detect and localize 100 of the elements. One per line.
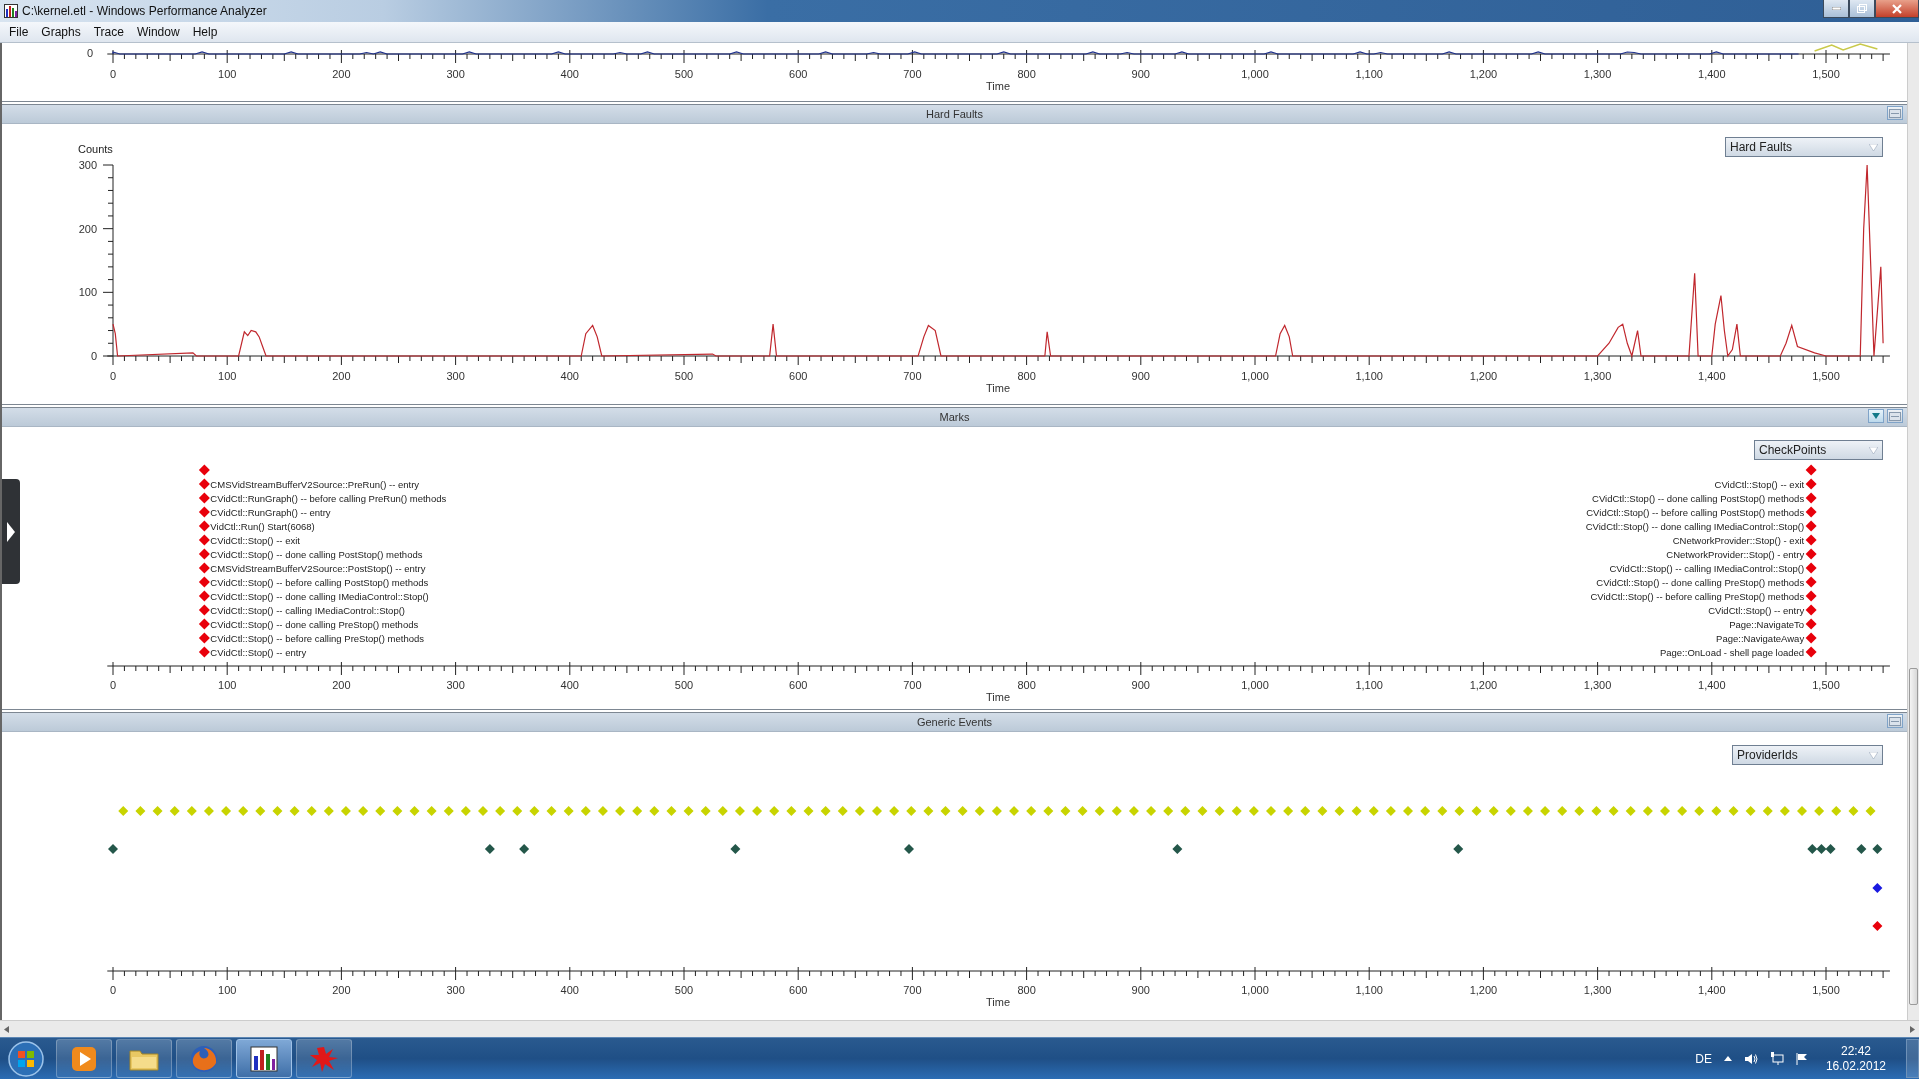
mark-diamond [1805,464,1817,476]
graph-dropdown[interactable]: Hard Faults [1725,137,1883,157]
axis-tick-label: 700 [903,370,922,382]
mark-diamond [198,506,210,518]
axis-tick-label: 1,300 [1583,984,1612,996]
axis-tick-label: 1,500 [1812,370,1840,382]
axis-title: Time [986,382,1011,394]
axis-tick-label: 500 [674,68,694,80]
dropdown-arrow-icon [1869,143,1878,151]
axis-tick-label: 600 [789,68,808,80]
mark-diamond [1805,604,1817,616]
close-button[interactable] [1875,0,1919,18]
collapse-button[interactable] [1887,714,1903,728]
graph-dropdown[interactable]: ProviderIds [1732,745,1883,765]
mark-label: CVidCtl::Stop() -- exit [210,535,300,546]
taskbar-app-button[interactable] [236,1039,292,1078]
mark-label: CVidCtl::Stop() -- done calling IMediaControl::Stop() [1585,521,1805,532]
graph-dropdown[interactable]: CheckPoints [1754,440,1883,460]
minimize-panel-icon [1889,411,1901,421]
axis-tick-label: 1,300 [1583,68,1612,80]
axis-tick-label: 1,100 [1355,679,1383,691]
axis-tick-label: 400 [560,984,579,996]
bar-chart-icon [250,1045,278,1072]
mark-label: CVidCtl::Stop() -- calling IMediaControl::Stop() [1609,563,1805,574]
axis-tick-label: 600 [789,370,808,382]
menu-item[interactable]: Trace [86,25,130,39]
flag-icon[interactable] [1795,1052,1808,1065]
dropdown-arrow-icon [1869,446,1878,454]
axis-tick-label: 100 [218,984,237,996]
mark-diamond [1805,520,1817,532]
mark-label: CVidCtl::Stop() -- before calling PostStop() methods [1586,507,1805,518]
axis-tick-label: 1,400 [1698,984,1726,996]
axis-tick-label: 200 [332,679,351,691]
axis-tick-label: 0 [109,984,117,996]
axis-tick-label: 0 [109,68,117,80]
clock-time: 22:42 [1840,1043,1871,1059]
scroll-right-icon [1910,1025,1915,1033]
menu-item[interactable]: File [2,25,35,39]
mark-label: CVidCtl::Stop() -- before calling PostStop() methods [210,577,429,588]
mark-label: CMSVidStreamBufferV2Source::PreRun() -- entry [210,479,420,490]
minimize-panel-icon [1889,716,1901,726]
axis-tick-label: 700 [903,984,922,996]
menu-item[interactable]: Graphs [34,25,87,39]
mark-label: CVidCtl::Stop() -- calling IMediaControl::Stop() [210,605,405,616]
axis-tick-label: 1,500 [1812,679,1840,691]
speaker-icon[interactable] [1743,1052,1758,1065]
axis-tick-label: 1,300 [1583,370,1612,382]
minimize-button[interactable] [1823,0,1849,18]
mark-diamond [1805,618,1817,630]
menu-item[interactable]: Help [185,25,224,39]
axis-tick-label: 100 [218,679,237,691]
side-panel-toggle[interactable] [2,479,20,584]
horizontal-scrollbar[interactable] [0,1020,1919,1037]
axis-tick-label: 300 [446,68,465,80]
language-indicator[interactable]: DE [1695,1051,1712,1066]
mark-diamond [1805,534,1817,546]
menu-item[interactable]: Window [129,25,186,39]
mark-diamond [198,562,210,574]
mark-label: CVidCtl::Stop() -- entry [210,647,307,658]
axis-tick-label: 200 [78,222,97,235]
axis-tick-label: 1,400 [1698,68,1726,80]
axis-tick-label: 200 [332,68,351,80]
collapse-button[interactable] [1887,409,1903,423]
mark-diamond [198,590,210,602]
mark-label: CVidCtl::Stop() -- before calling PreStop() methods [1590,591,1805,602]
mark-diamond [1805,646,1817,658]
mark-diamond [198,492,210,504]
mark-label: CVidCtl::Stop() -- done calling PostStop() methods [210,549,423,560]
axis-tick-label: 200 [332,370,351,382]
mark-diamond [198,618,210,630]
axis-tick-label: 0 [86,47,93,59]
axis-tick-label: 0 [109,370,117,382]
axis-tick-label: 0 [109,679,117,691]
axis-tick-label: 300 [78,159,97,171]
mark-label: CVidCtl::Stop() -- entry [1708,605,1805,616]
mark-label: Page::NavigateAway [1716,633,1805,644]
mark-diamond [198,464,210,476]
axis-tick-label: 600 [789,679,808,691]
caret-up-icon[interactable] [1723,1056,1732,1061]
mark-label: VidCtl::Run() Start(6068) [210,521,315,532]
window-title: C:\kernel.etl - Windows Performance Analyzer [22,4,267,18]
network-icon[interactable] [1769,1052,1784,1065]
axis-title: Time [986,691,1011,703]
activity-drawing [1813,43,1879,52]
mark-diamond [198,534,210,546]
mark-diamond [1805,478,1817,490]
panel-title: Marks [939,411,970,423]
axis-tick-label: 1,000 [1241,68,1269,80]
axis-tick-label: 1,200 [1469,370,1498,382]
axis-tick-label: 200 [332,984,351,996]
play-icon [71,1045,97,1072]
axis-title: Counts [78,143,113,155]
collapse-button[interactable] [1887,106,1903,120]
scrollbar-thumb[interactable] [1909,668,1918,1005]
mark-label: CVidCtl::Stop() -- exit [1714,479,1805,490]
axis-tick-label: 400 [560,68,579,80]
filter-button[interactable] [1868,409,1884,423]
vertical-scrollbar[interactable] [1907,43,1919,1020]
axis-tick-label: 100 [218,370,237,382]
restore-button[interactable] [1849,0,1875,18]
